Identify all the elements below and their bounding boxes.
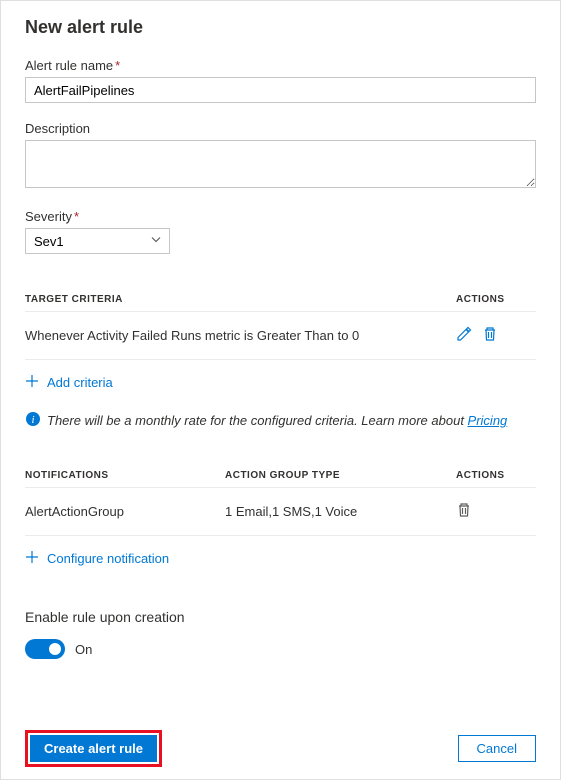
notification-row: AlertActionGroup 1 Email,1 SMS,1 Voice <box>25 488 536 536</box>
notification-type: 1 Email,1 SMS,1 Voice <box>225 504 456 519</box>
severity-label: Severity* <box>25 209 536 224</box>
criteria-actions-header: ACTIONS <box>456 294 536 305</box>
criteria-text: Whenever Activity Failed Runs metric is … <box>25 328 456 343</box>
alert-name-input[interactable] <box>25 77 536 103</box>
page-title: New alert rule <box>25 17 536 38</box>
delete-notification-button[interactable] <box>456 502 472 521</box>
plus-icon <box>25 550 39 567</box>
pencil-icon <box>456 326 472 345</box>
required-asterisk: * <box>74 209 79 224</box>
pricing-info-text: There will be a monthly rate for the con… <box>47 413 468 428</box>
action-group-type-header: ACTION GROUP TYPE <box>225 470 456 481</box>
toggle-state-label: On <box>75 642 92 657</box>
svg-text:i: i <box>31 414 34 426</box>
create-alert-rule-button[interactable]: Create alert rule <box>30 735 157 762</box>
alert-name-label: Alert rule name* <box>25 58 536 73</box>
delete-criteria-button[interactable] <box>482 326 498 345</box>
cancel-button[interactable]: Cancel <box>458 735 536 762</box>
severity-select[interactable]: Sev1 <box>25 228 170 254</box>
required-asterisk: * <box>115 58 120 73</box>
trash-icon <box>482 326 498 345</box>
description-label: Description <box>25 121 536 136</box>
plus-icon <box>25 374 39 391</box>
notification-name: AlertActionGroup <box>25 504 225 519</box>
pricing-link[interactable]: Pricing <box>468 413 508 428</box>
pricing-info-row: i There will be a monthly rate for the c… <box>25 405 536 442</box>
notifications-header: NOTIFICATIONS <box>25 470 225 481</box>
configure-notification-button[interactable]: Configure notification <box>25 536 536 581</box>
criteria-row: Whenever Activity Failed Runs metric is … <box>25 312 536 360</box>
description-input[interactable] <box>25 140 536 188</box>
enable-rule-toggle[interactable] <box>25 639 65 659</box>
enable-rule-label: Enable rule upon creation <box>25 609 536 625</box>
trash-icon <box>456 502 472 521</box>
configure-notification-label: Configure notification <box>47 551 169 566</box>
edit-criteria-button[interactable] <box>456 326 472 345</box>
info-icon: i <box>25 411 41 430</box>
add-criteria-button[interactable]: Add criteria <box>25 360 536 405</box>
notification-actions-header: ACTIONS <box>456 470 536 481</box>
add-criteria-label: Add criteria <box>47 375 113 390</box>
create-button-highlight: Create alert rule <box>25 730 162 767</box>
target-criteria-header: TARGET CRITERIA <box>25 294 456 305</box>
